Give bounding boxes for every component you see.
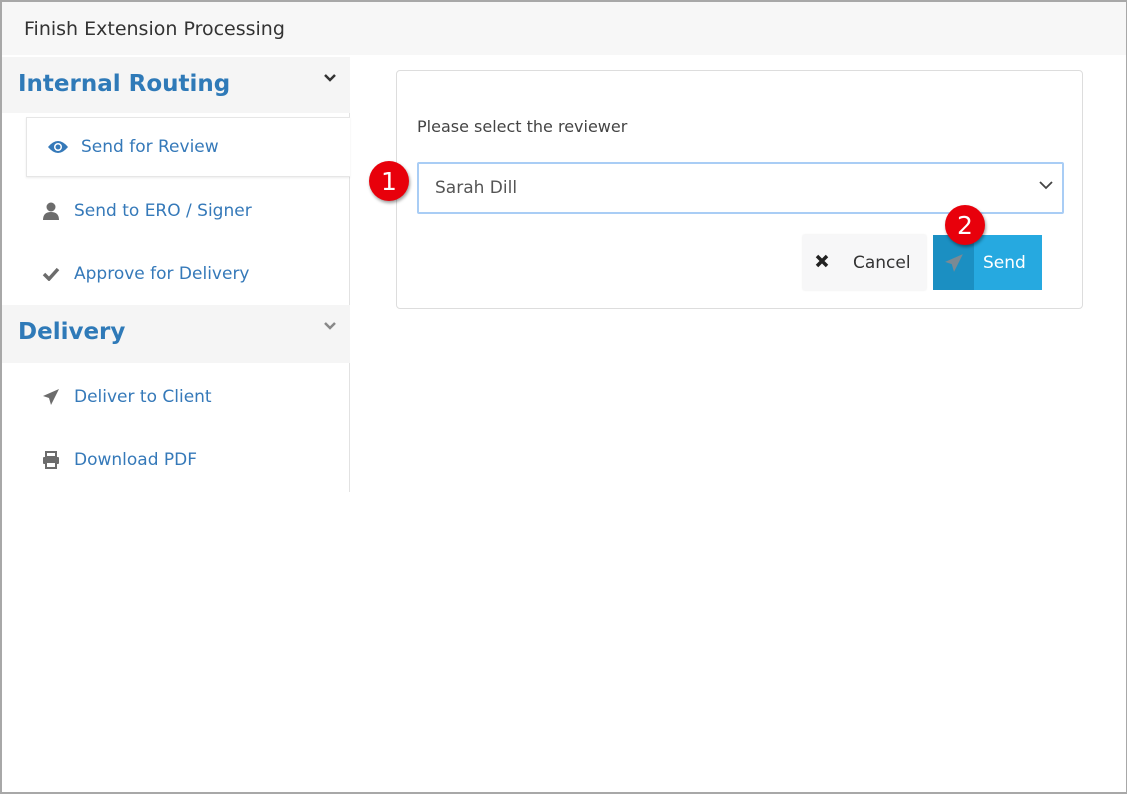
chevron-down-icon [1038, 176, 1054, 196]
paper-plane-icon [36, 388, 66, 406]
chevron-down-icon[interactable] [324, 319, 336, 335]
send-label: Send [983, 252, 1026, 273]
window-title: Finish Extension Processing [24, 18, 285, 40]
sidebar-item-label: Deliver to Client [74, 387, 212, 407]
user-icon [36, 202, 66, 220]
group-title: Delivery [18, 319, 126, 345]
annotation-marker-2: 2 [945, 205, 985, 245]
group-title: Internal Routing [18, 71, 231, 97]
send-button[interactable]: Send [933, 235, 1042, 290]
sidebar-item-send-for-review[interactable]: Send for Review [26, 117, 350, 177]
reviewer-card: Please select the reviewer Sarah Dill Ca… [396, 70, 1083, 309]
sidebar-item-label: Approve for Delivery [74, 264, 250, 284]
sidebar-item-label: Download PDF [74, 450, 198, 470]
check-icon [36, 267, 66, 281]
sidebar-item-send-to-ero-signer[interactable]: Send to ERO / Signer [20, 181, 344, 241]
sidebar-item-download-pdf[interactable]: Download PDF [20, 430, 344, 490]
printer-icon [36, 451, 66, 469]
reviewer-label: Please select the reviewer [417, 117, 628, 136]
sidebar-item-label: Send for Review [81, 137, 219, 157]
sidebar: Internal Routing Send for Review Send to… [2, 57, 350, 492]
eye-icon [43, 140, 73, 154]
chevron-down-icon[interactable] [324, 71, 336, 87]
annotation-marker-1: 1 [369, 161, 409, 201]
reviewer-select-value: Sarah Dill [435, 178, 518, 198]
sidebar-item-label: Send to ERO / Signer [74, 201, 252, 221]
cancel-label: Cancel [853, 252, 911, 273]
close-icon [815, 253, 829, 273]
cancel-button[interactable]: Cancel [803, 235, 926, 290]
title-bar: Finish Extension Processing [2, 2, 1126, 55]
group-internal-routing[interactable]: Internal Routing [2, 57, 350, 113]
group-delivery[interactable]: Delivery [2, 305, 350, 363]
sidebar-item-approve-for-delivery[interactable]: Approve for Delivery [20, 244, 344, 304]
sidebar-item-deliver-to-client[interactable]: Deliver to Client [20, 367, 344, 427]
